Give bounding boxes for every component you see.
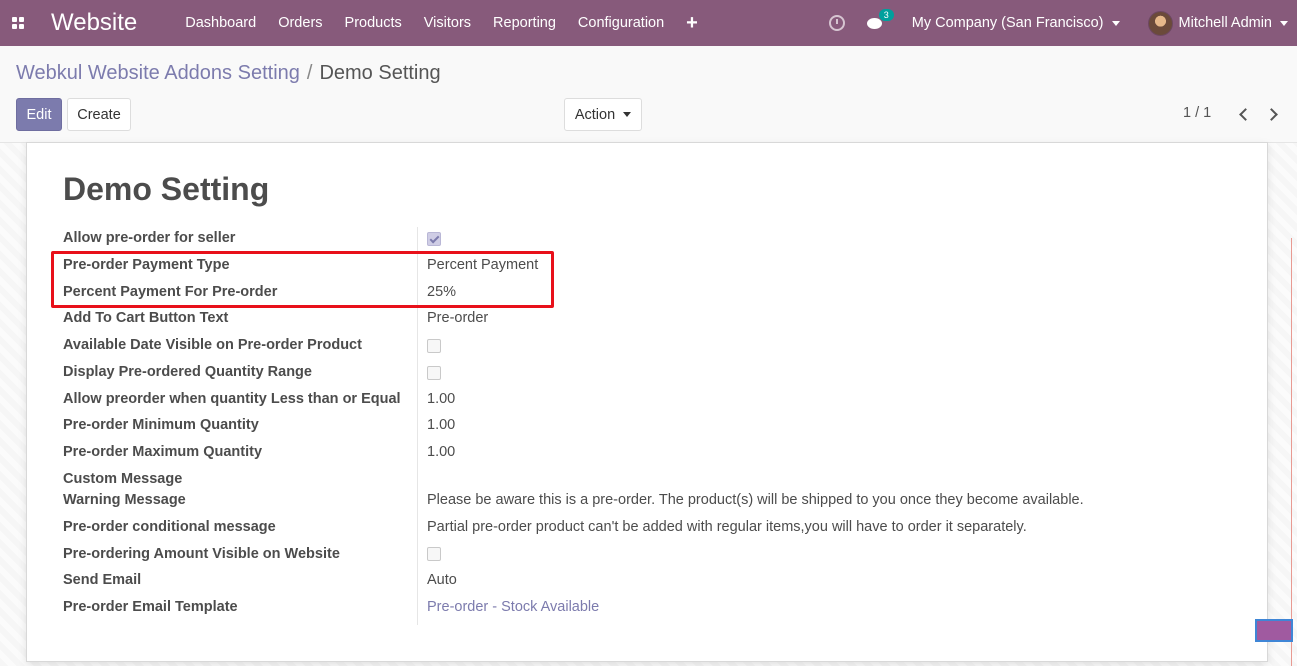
email-template-link[interactable]: Pre-order - Stock Available — [427, 599, 599, 615]
menu-visitors[interactable]: Visitors — [413, 0, 482, 46]
breadcrumb-separator: / — [306, 62, 313, 84]
allow-preorder-seller-checkbox[interactable] — [427, 232, 441, 246]
field-value: 1.00 — [427, 444, 456, 460]
user-menu[interactable]: Mitchell Admin — [1147, 10, 1288, 36]
field-value: Partial pre-order product can't be added… — [427, 519, 1027, 535]
user-name: Mitchell Admin — [1178, 15, 1272, 31]
page-edge-line — [1291, 238, 1292, 666]
pager-next-button[interactable] — [1264, 104, 1282, 124]
breadcrumb-parent-link[interactable]: Webkul Website Addons Setting — [16, 62, 300, 85]
form-sheet: Demo Setting Allow pre-order for seller … — [26, 142, 1268, 662]
field-label: Warning Message — [63, 492, 186, 508]
breadcrumb-current: Demo Setting — [319, 62, 441, 84]
field-label: Add To Cart Button Text — [63, 310, 229, 326]
field-value: Please be aware this is a pre-order. The… — [427, 492, 1084, 508]
display-quantity-range-checkbox[interactable] — [427, 366, 441, 380]
caret-down-icon — [623, 112, 632, 117]
field-value: Auto — [427, 572, 457, 588]
pager-previous-button[interactable] — [1234, 104, 1252, 124]
messaging-menu[interactable]: 3 — [866, 8, 894, 29]
record-title: Demo Setting — [63, 171, 270, 207]
field-label: Allow preorder when quantity Less than o… — [63, 391, 401, 407]
pager-value: 1 / 1 — [1183, 105, 1212, 121]
available-date-visible-checkbox[interactable] — [427, 339, 441, 353]
avatar — [1147, 10, 1173, 36]
main-menu: Dashboard Orders Products Visitors Repor… — [174, 0, 709, 46]
field-value: 1.00 — [427, 391, 456, 407]
navbar-systray: 3 My Company (San Francisco) Mitchell Ad… — [828, 0, 1297, 46]
field-value: 1.00 — [427, 417, 456, 433]
field-label: Available Date Visible on Pre-order Prod… — [63, 337, 362, 353]
field-label: Pre-order Maximum Quantity — [63, 444, 263, 460]
menu-reporting[interactable]: Reporting — [482, 0, 567, 46]
chevron-right-icon — [1264, 107, 1278, 121]
menu-configuration[interactable]: Configuration — [567, 0, 675, 46]
floating-widget[interactable] — [1255, 619, 1293, 642]
field-label: Display Pre-ordered Quantity Range — [63, 364, 312, 380]
menu-orders[interactable]: Orders — [267, 0, 333, 46]
field-label: Pre-ordering Amount Visible on Website — [63, 546, 340, 562]
amount-visible-website-checkbox[interactable] — [427, 547, 441, 561]
chevron-left-icon — [1238, 107, 1252, 121]
create-button[interactable]: Create — [67, 98, 131, 131]
menu-products[interactable]: Products — [334, 0, 413, 46]
breadcrumb: Webkul Website Addons Setting / Demo Set… — [16, 62, 441, 85]
company-name: My Company (San Francisco) — [911, 15, 1104, 31]
field-value: Pre-order — [427, 310, 489, 326]
action-dropdown-button[interactable]: Action — [564, 98, 642, 131]
activity-clock-icon[interactable] — [828, 15, 845, 31]
annotation-highlight-box — [51, 251, 554, 308]
field-label: Pre-order conditional message — [63, 519, 276, 535]
edit-button[interactable]: Edit — [16, 98, 62, 131]
top-navbar: Website Dashboard Orders Products Visito… — [0, 0, 1297, 46]
action-label: Action — [574, 106, 616, 123]
chat-icon — [866, 17, 882, 29]
plus-icon[interactable]: + — [675, 0, 709, 46]
field-label: Pre-order Email Template — [63, 599, 238, 615]
field-label: Send Email — [63, 572, 142, 588]
field-label: Pre-order Minimum Quantity — [63, 417, 259, 433]
chat-count-badge: 3 — [878, 8, 894, 21]
apps-menu-icon[interactable] — [2, 0, 34, 46]
caret-down-icon — [1280, 20, 1288, 26]
company-switcher[interactable]: My Company (San Francisco) — [912, 15, 1120, 31]
caret-down-icon — [1111, 20, 1120, 26]
app-brand: Website — [51, 9, 138, 36]
field-label: Allow pre-order for seller — [63, 230, 236, 246]
section-label: Custom Message — [63, 471, 183, 487]
menu-dashboard[interactable]: Dashboard — [174, 0, 267, 46]
